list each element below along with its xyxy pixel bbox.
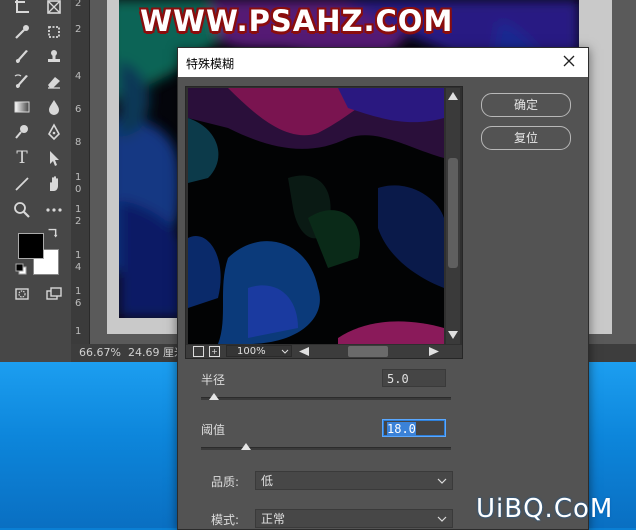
screen-mode-icon[interactable] [42, 283, 66, 305]
eraser-icon[interactable] [42, 71, 66, 93]
threshold-label: 阈值 [201, 423, 226, 437]
preview-zoom-select[interactable]: 100% [226, 345, 292, 357]
vertical-ruler: 2 2 4 6 8 1 0 1 2 1 4 1 6 1 [71, 0, 90, 344]
quick-mask-icon[interactable] [10, 283, 34, 305]
gradient-icon[interactable] [10, 96, 34, 118]
mode-select[interactable]: 正常 [255, 509, 453, 528]
ruler-number: 2 [75, 24, 82, 35]
preview-image[interactable] [188, 88, 444, 344]
special-blur-dialog: 特殊模糊 + 100% 确定 复位 半径 5.0 阈值 18.0 品质: 低 模… [177, 47, 589, 530]
horizontal-scroll-thumb[interactable] [348, 346, 388, 357]
zoom-icon[interactable] [10, 199, 34, 221]
mode-value: 正常 [261, 512, 286, 526]
site-watermark: WWW.PSAHZ.COM [140, 4, 454, 38]
radius-slider-thumb[interactable] [208, 393, 219, 400]
mode-label: 模式: [211, 513, 240, 527]
ruler-number: 2 [75, 0, 82, 9]
ruler-number: 2 [75, 216, 82, 227]
type-icon[interactable]: T [10, 147, 34, 169]
foreground-color-swatch[interactable] [18, 233, 44, 259]
dodge-icon[interactable] [10, 121, 34, 143]
threshold-slider-thumb[interactable] [241, 443, 251, 450]
scroll-down-icon[interactable] [447, 330, 459, 340]
hand-icon[interactable] [42, 173, 66, 195]
tools-panel: T [0, 0, 72, 362]
quality-label: 品质: [211, 475, 240, 489]
vertical-scroll-thumb[interactable] [448, 158, 458, 268]
stamp-icon[interactable] [42, 46, 66, 68]
chevron-down-icon [437, 516, 447, 522]
close-icon[interactable] [560, 52, 578, 70]
line-icon[interactable] [10, 173, 34, 195]
threshold-slider-track[interactable] [201, 447, 451, 450]
ruler-number: 6 [75, 104, 82, 115]
ruler-number: 8 [75, 137, 82, 148]
reset-button[interactable]: 复位 [481, 126, 571, 150]
zoom-out-icon[interactable] [193, 346, 204, 357]
eyedropper-icon[interactable] [10, 21, 34, 43]
ruler-number: 4 [75, 71, 82, 82]
path-select-icon[interactable] [42, 147, 66, 169]
ruler-number: 6 [75, 298, 82, 309]
site-watermark-bottom: UiBQ.CoM [476, 494, 614, 524]
quality-select[interactable]: 低 [255, 471, 453, 490]
crop-icon[interactable] [42, 21, 66, 43]
default-colors-icon[interactable] [14, 262, 28, 276]
scroll-up-icon[interactable] [447, 91, 459, 101]
pen-icon[interactable] [42, 121, 66, 143]
threshold-value: 18.0 [387, 422, 416, 436]
preview-vertical-scrollbar[interactable] [446, 88, 460, 344]
radius-slider-track[interactable] [201, 397, 451, 400]
dialog-titlebar: 特殊模糊 [178, 48, 588, 77]
frame-icon[interactable] [42, 0, 66, 18]
artboard-icon[interactable] [10, 0, 34, 18]
zoom-readout: 66.67% [79, 346, 121, 359]
swap-colors-icon[interactable] [45, 226, 61, 242]
ruler-number: 1 [75, 286, 82, 297]
ruler-number: 4 [75, 262, 82, 273]
scroll-right-icon[interactable] [428, 346, 440, 357]
zoom-in-icon[interactable]: + [209, 346, 220, 357]
more-icon[interactable] [42, 199, 66, 221]
ruler-number: 0 [75, 184, 82, 195]
quality-value: 低 [261, 474, 274, 488]
preview-zoom-bar: + 100% [186, 345, 462, 358]
chevron-down-icon [281, 349, 289, 354]
preview-panel: + 100% [185, 86, 463, 359]
radius-label: 半径 [201, 373, 226, 387]
ruler-number: 1 [75, 326, 82, 337]
blur-drop-icon[interactable] [42, 96, 66, 118]
ruler-number: 1 [75, 172, 82, 183]
ruler-number: 1 [75, 250, 82, 261]
ruler-number: 1 [75, 204, 82, 215]
threshold-input[interactable]: 18.0 [382, 419, 446, 437]
scroll-left-icon[interactable] [298, 346, 310, 357]
preview-zoom-value: 100% [237, 346, 266, 357]
radius-input[interactable]: 5.0 [382, 369, 446, 387]
history-brush-icon[interactable] [10, 71, 34, 93]
ok-button[interactable]: 确定 [481, 93, 571, 117]
chevron-down-icon [437, 478, 447, 484]
brush-icon[interactable] [10, 46, 34, 68]
dialog-title: 特殊模糊 [186, 57, 235, 71]
